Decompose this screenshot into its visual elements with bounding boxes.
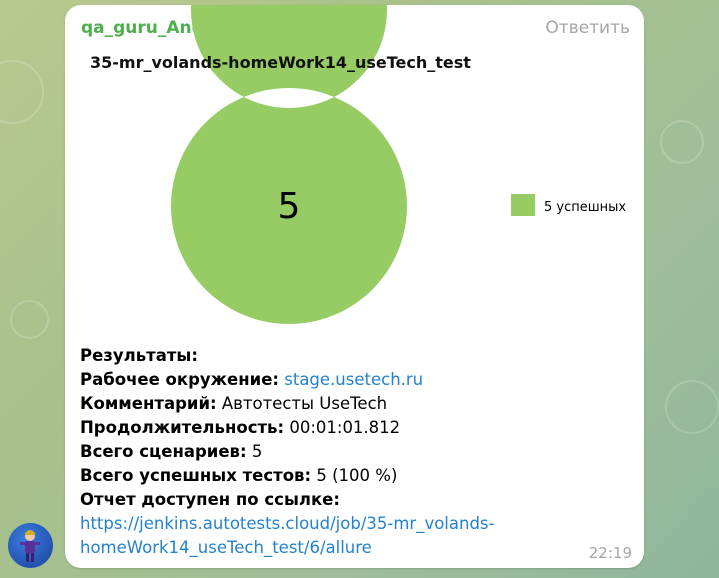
scenarios-row: Всего сценариев: 5 [80,440,640,464]
comment-row: Комментарий: Автотесты UseTech [80,392,640,416]
comment-value: Автотесты UseTech [221,394,388,413]
comment-label: Комментарий: [80,394,217,413]
env-label: Рабочее окружение: [80,370,279,389]
legend-swatch [511,194,535,216]
legend-label: 5 успешных [544,200,626,215]
center-label: 5 [278,186,301,227]
results-heading: Результаты: [80,346,198,365]
message-time: 22:19 [588,544,632,562]
passed-label: Всего успешных тестов: [80,466,312,485]
duration-value: 00:01:01.812 [289,418,401,437]
env-link[interactable]: stage.usetech.ru [284,370,423,389]
background-doodle [660,120,704,164]
chart-title: 35-mr_volands-homeWork14_useTech_test [90,53,471,72]
env-row: Рабочее окружение: stage.usetech.ru [80,368,640,392]
scenarios-value: 5 [251,442,263,461]
duration-row: Продолжительность: 00:01:01.812 [80,416,640,440]
link-heading: Отчет доступен по ссылке: [80,490,340,509]
background-doodle [10,300,49,339]
report-text: Результаты: Рабочее окружение: stage.use… [80,344,640,560]
passed-value: 5 (100 %) [316,466,398,485]
background-doodle [665,380,719,434]
passed-row: Всего успешных тестов: 5 (100 %) [80,464,640,488]
scenarios-label: Всего сценариев: [80,442,247,461]
report-link-line1[interactable]: https://jenkins.autotests.cloud/job/35-m… [80,512,640,536]
background-doodle [0,60,44,124]
report-link-line2[interactable]: homeWork14_useTech_test/6/allure [80,536,640,560]
person-avatar-icon[interactable] [8,523,53,568]
message-bubble: qa_guru_AndreQa_bot Ответить 5 5 успешны… [65,5,644,568]
duration-label: Продолжительность: [80,418,285,437]
